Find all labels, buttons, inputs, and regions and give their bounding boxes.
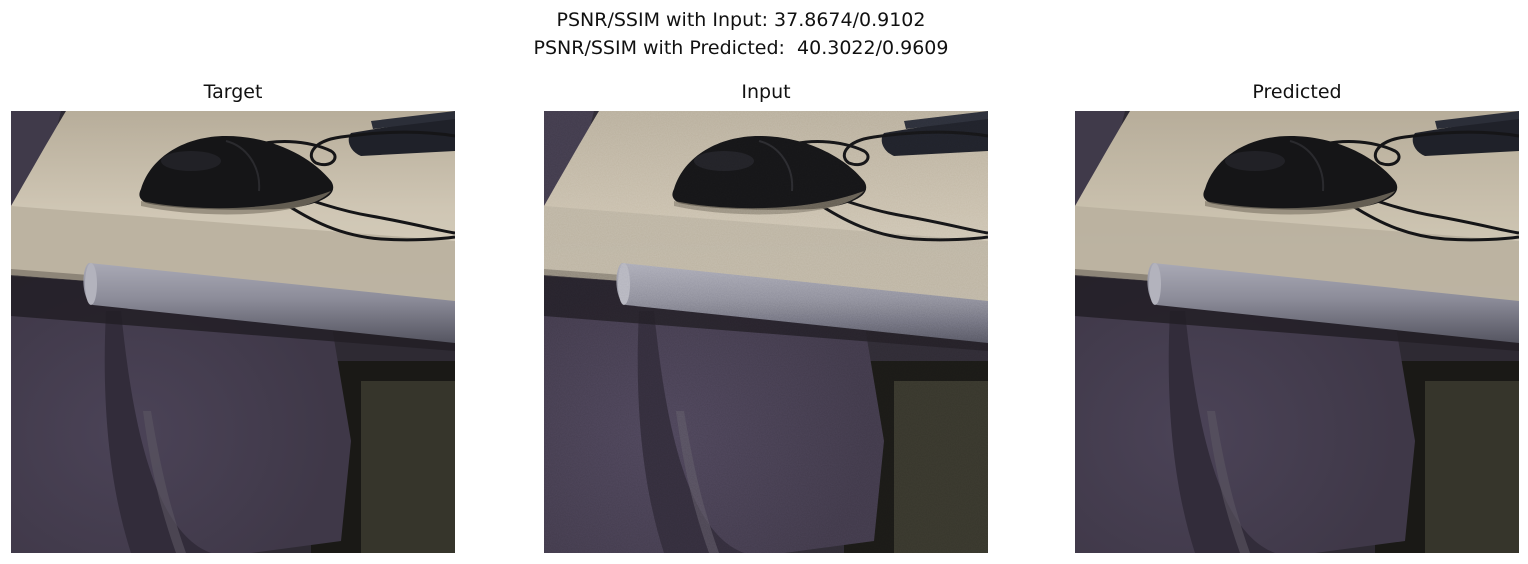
suptitle-psnr-input: PSNR/SSIM with Input: 37.8674/0.9102 (556, 9, 926, 31)
panel-title-predicted: Predicted (1252, 81, 1342, 103)
suptitle-psnr-predicted: PSNR/SSIM with Predicted: 40.3022/0.9609 (533, 37, 949, 59)
input-image (544, 111, 988, 553)
panel-title-input: Input (741, 81, 791, 103)
panel-title-target: Target (203, 81, 263, 103)
predicted-image (1075, 111, 1519, 553)
target-image (11, 111, 455, 553)
